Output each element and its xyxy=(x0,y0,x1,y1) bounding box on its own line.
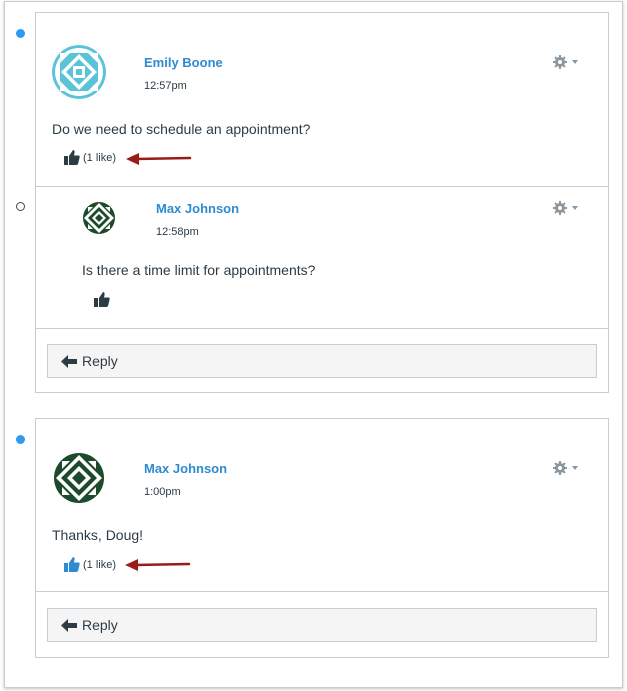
reply-label: Reply xyxy=(82,353,118,369)
annotation-arrow-icon xyxy=(125,559,191,571)
gear-icon xyxy=(553,461,567,475)
author-name[interactable]: Max Johnson xyxy=(156,201,239,216)
caret-down-icon xyxy=(572,206,578,210)
entry-message: Thanks, Doug! xyxy=(52,527,144,543)
settings-menu[interactable] xyxy=(553,460,581,476)
caret-down-icon xyxy=(572,60,578,64)
annotation-arrow-icon xyxy=(126,153,192,165)
entry-divider xyxy=(36,591,608,592)
reply-arrow-icon xyxy=(61,354,77,368)
read-indicator[interactable] xyxy=(16,202,25,211)
thumbs-up-icon xyxy=(64,557,80,572)
entry-divider xyxy=(36,328,608,329)
unread-indicator[interactable] xyxy=(16,435,25,444)
reply-button[interactable]: Reply xyxy=(47,608,597,642)
gear-icon xyxy=(553,201,567,215)
timestamp: 12:57pm xyxy=(144,80,187,92)
avatar[interactable] xyxy=(52,451,106,505)
discussion-thread: Max Johnson 1:00pm Thanks, Doug! (1 like… xyxy=(35,418,609,658)
entry-message: Is there a time limit for appointments? xyxy=(82,262,316,278)
discussion-entry: Max Johnson 1:00pm Thanks, Doug! (1 like… xyxy=(36,419,608,591)
like-count: (1 like) xyxy=(83,151,117,164)
settings-menu[interactable] xyxy=(553,54,581,70)
reply-arrow-icon xyxy=(61,618,77,632)
author-name[interactable]: Emily Boone xyxy=(144,55,223,70)
like-count: (1 like) xyxy=(83,558,117,571)
caret-down-icon xyxy=(572,466,578,470)
like-button[interactable]: (1 like) xyxy=(64,150,116,165)
discussion-thread: Emily Boone 12:57pm Do we need to schedu… xyxy=(35,12,609,393)
avatar[interactable] xyxy=(81,200,117,236)
reply-entry: Max Johnson 12:58pm Is there a time limi… xyxy=(36,187,608,328)
timestamp: 1:00pm xyxy=(144,486,181,498)
thumbs-up-icon xyxy=(94,292,110,307)
like-button[interactable]: (1 like) xyxy=(64,557,116,572)
entry-message: Do we need to schedule an appointment? xyxy=(52,121,311,137)
gear-icon xyxy=(553,55,567,69)
reply-button[interactable]: Reply xyxy=(47,344,597,378)
timestamp: 12:58pm xyxy=(156,226,199,238)
unread-indicator[interactable] xyxy=(16,29,25,38)
settings-menu[interactable] xyxy=(553,200,581,216)
author-name[interactable]: Max Johnson xyxy=(144,461,227,476)
reply-label: Reply xyxy=(82,617,118,633)
discussion-entry: Emily Boone 12:57pm Do we need to schedu… xyxy=(36,13,608,186)
like-button[interactable] xyxy=(94,292,110,307)
thumbs-up-icon xyxy=(64,150,80,165)
avatar[interactable] xyxy=(52,45,106,99)
